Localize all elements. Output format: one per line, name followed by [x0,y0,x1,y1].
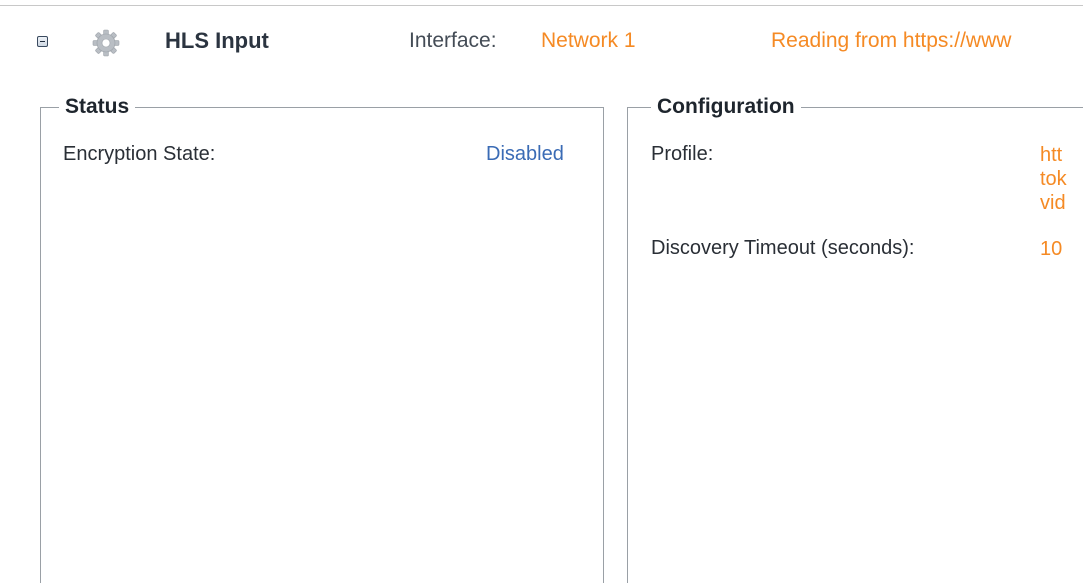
module-title: HLS Input [165,28,269,53]
profile-value-line-1: htt [1040,144,1063,166]
reading-status-text: Reading from https://www [771,29,1012,52]
discovery-timeout-label: Discovery Timeout (seconds): [651,237,915,259]
profile-label: Profile: [651,143,714,165]
encryption-state-value: Disabled [486,143,564,165]
profile-value-line-2: tok [1040,168,1067,190]
collapse-minus-icon[interactable] [37,36,48,47]
configuration-panel: Configuration Profile: htt tok vid Disco… [627,94,1083,583]
interface-label: Interface: [409,29,497,52]
top-divider [0,5,1083,6]
hls-input-page: HLS Input Interface: Network 1 Reading f… [0,0,1083,583]
status-panel: Status Encryption State: Disabled [40,94,604,583]
encryption-state-label: Encryption State: [63,143,216,165]
interface-value: Network 1 [541,29,636,52]
gear-icon [92,29,120,57]
status-legend: Status [59,94,136,120]
configuration-legend: Configuration [651,94,801,120]
profile-value-line-3: vid [1040,192,1066,214]
discovery-timeout-value: 10 [1040,238,1063,260]
